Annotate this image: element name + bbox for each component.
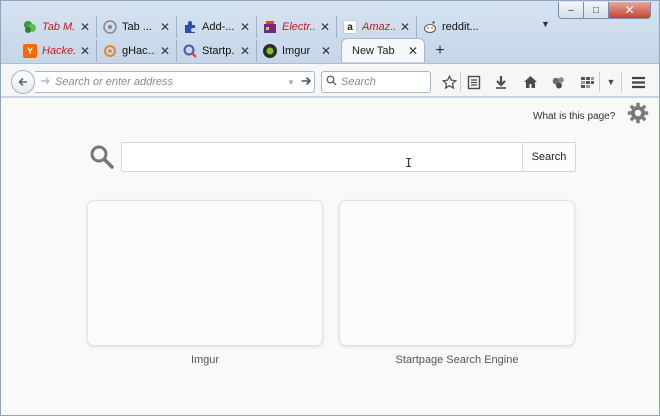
reddit-favicon-icon [423, 20, 437, 34]
tab-strip-row-1: Tab M... ✕ Tab ... ✕ Add-... ✕ Electr...… [17, 15, 497, 38]
home-icon[interactable] [521, 73, 539, 91]
tab-close-icon[interactable]: ✕ [408, 44, 418, 58]
tab-close-icon[interactable]: ✕ [80, 44, 90, 58]
toolbar-separator [460, 72, 461, 92]
site-tile-imgur[interactable] [87, 200, 323, 346]
text-cursor-icon: I [405, 156, 413, 170]
tab-close-icon[interactable]: ✕ [160, 20, 170, 34]
tab-close-icon[interactable]: ✕ [160, 44, 170, 58]
tab-close-icon[interactable]: ✕ [80, 20, 90, 34]
tab-title: Amaz... [362, 21, 395, 33]
tab-9[interactable]: Imgur ✕ [257, 40, 337, 62]
imgur-favicon-icon [263, 44, 277, 58]
nav-toolbar: ▼ ▼ [1, 63, 659, 97]
tab-title: Imgur [282, 45, 311, 57]
new-tab-button[interactable]: + [429, 40, 451, 62]
back-button[interactable] [11, 70, 35, 94]
tab-6[interactable]: Y Hacke... ✕ [17, 40, 97, 62]
amazon-favicon-icon: a [343, 20, 357, 34]
tab-0[interactable]: Tab M... ✕ [17, 16, 97, 38]
downloads-icon[interactable] [492, 73, 510, 91]
new-tab-page: What is this page? I Search Imgur Startp… [1, 98, 659, 415]
pocket-icon[interactable] [549, 73, 567, 91]
tab-title: Tab M... [42, 21, 75, 33]
search-button[interactable]: Search [522, 142, 576, 172]
tab-group-favicon-icon [103, 20, 117, 34]
reading-list-icon[interactable] [465, 73, 483, 91]
search-icon [326, 75, 337, 89]
tab-title: Electr... [282, 21, 315, 33]
site-tile-label[interactable]: Startpage Search Engine [339, 354, 575, 366]
tab-close-icon[interactable]: ✕ [320, 20, 330, 34]
url-history-dropdown-icon[interactable]: ▼ [284, 78, 298, 87]
addons-puzzle-favicon-icon [183, 20, 197, 34]
tab-active-new-tab[interactable]: New Tab ✕ [341, 38, 425, 62]
search-input[interactable] [341, 76, 430, 88]
tab-close-icon[interactable]: ✕ [240, 44, 250, 58]
tab-title: Hacke... [42, 45, 75, 57]
search-bar[interactable] [321, 71, 431, 93]
tab-title: reddit... [442, 21, 479, 33]
hamburger-menu-icon[interactable] [629, 73, 647, 91]
tab-5[interactable]: reddit... [417, 16, 497, 38]
bookmark-star-icon[interactable] [440, 73, 458, 91]
search-icon [89, 144, 115, 170]
url-input[interactable] [55, 76, 284, 88]
tab-close-icon[interactable]: ✕ [321, 44, 331, 58]
go-arrow-icon[interactable] [298, 75, 314, 90]
site-tile-startpage[interactable] [339, 200, 575, 346]
bookmarks-menu-icon[interactable] [578, 73, 596, 91]
startpage-favicon-icon [183, 44, 197, 58]
site-tile-label[interactable]: Imgur [87, 354, 323, 366]
window-controls: – □ ✕ [558, 2, 651, 19]
tab-mix-favicon-icon [23, 20, 37, 34]
minimize-button[interactable]: – [558, 2, 584, 19]
close-window-button[interactable]: ✕ [609, 2, 651, 19]
newtab-search-box[interactable] [121, 142, 523, 172]
dropdown-icon[interactable]: ▼ [602, 73, 620, 91]
back-arrow-icon [18, 77, 27, 87]
tab-title: Tab ... [122, 21, 152, 33]
toolbar-separator [621, 72, 622, 92]
tab-strip-row-2: Y Hacke... ✕ gHac... ✕ Startp... ✕ Imgur… [17, 38, 451, 62]
tab-title: Add-... [202, 21, 235, 33]
tab-title: New Tab [352, 44, 395, 57]
ghacks-favicon-icon [103, 44, 117, 58]
tab-3[interactable]: Electr... ✕ [257, 16, 337, 38]
tab-2[interactable]: Add-... ✕ [177, 16, 257, 38]
site-identity-icon[interactable] [39, 75, 55, 90]
gear-icon[interactable] [627, 102, 649, 124]
tab-7[interactable]: gHac... ✕ [97, 40, 177, 62]
newtab-search-input[interactable] [122, 143, 522, 171]
tab-title: Startp... [202, 45, 235, 57]
tab-8[interactable]: Startp... ✕ [177, 40, 257, 62]
maximize-button[interactable]: □ [584, 2, 609, 19]
hacker-news-favicon-icon: Y [23, 44, 37, 58]
list-all-tabs-button[interactable]: ▼ [541, 19, 550, 29]
toolbar-separator [599, 72, 600, 92]
url-bar[interactable]: ▼ [35, 71, 315, 93]
tab-close-icon[interactable]: ✕ [240, 20, 250, 34]
tab-close-icon[interactable]: ✕ [400, 20, 410, 34]
what-is-this-page-link[interactable]: What is this page? [533, 111, 615, 122]
tab-1[interactable]: Tab ... ✕ [97, 16, 177, 38]
electronics-favicon-icon [263, 20, 277, 34]
tab-4[interactable]: a Amaz... ✕ [337, 16, 417, 38]
tab-title: gHac... [122, 45, 155, 57]
browser-window: – □ ✕ Tab M... ✕ Tab ... ✕ Add-... ✕ [0, 0, 660, 416]
